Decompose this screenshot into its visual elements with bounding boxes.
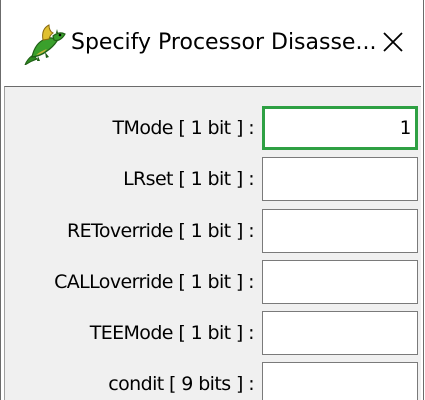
field-row-retoverride: REToverride [ 1 bit ] : <box>5 209 422 253</box>
dragon-icon <box>23 21 67 67</box>
close-icon <box>382 31 404 53</box>
field-label-condit: condit [ 9 bits ] : <box>108 373 254 395</box>
teemode-input[interactable] <box>262 311 418 355</box>
calloverride-input[interactable] <box>262 260 418 304</box>
retoverride-input[interactable] <box>262 209 418 253</box>
field-label-retoverride: REToverride [ 1 bit ] : <box>67 220 255 242</box>
lrset-input[interactable] <box>262 157 418 201</box>
condit-input[interactable] <box>262 362 418 400</box>
close-button[interactable] <box>369 20 417 64</box>
field-label-lrset: LRset [ 1 bit ] : <box>123 168 255 190</box>
processor-disassembly-dialog: Specify Processor Disasse... TMode [ 1 b… <box>0 0 424 400</box>
title-bar[interactable]: Specify Processor Disasse... <box>1 0 423 85</box>
field-row-teemode: TEEMode [ 1 bit ] : <box>5 311 422 355</box>
field-label-calloverride: CALLoverride [ 1 bit ] : <box>54 271 254 293</box>
field-label-teemode: TEEMode [ 1 bit ] : <box>89 322 255 344</box>
field-row-tmode: TMode [ 1 bit ] : <box>5 106 422 150</box>
field-row-calloverride: CALLoverride [ 1 bit ] : <box>5 260 422 304</box>
field-row-lrset: LRset [ 1 bit ] : <box>5 157 422 201</box>
window-title: Specify Processor Disasse... <box>71 30 377 55</box>
tmode-input[interactable] <box>262 106 418 150</box>
field-label-tmode: TMode [ 1 bit ] : <box>112 117 255 139</box>
field-row-condit: condit [ 9 bits ] : <box>5 362 422 400</box>
fields-panel: TMode [ 1 bit ] : LRset [ 1 bit ] : RETo… <box>4 86 421 400</box>
